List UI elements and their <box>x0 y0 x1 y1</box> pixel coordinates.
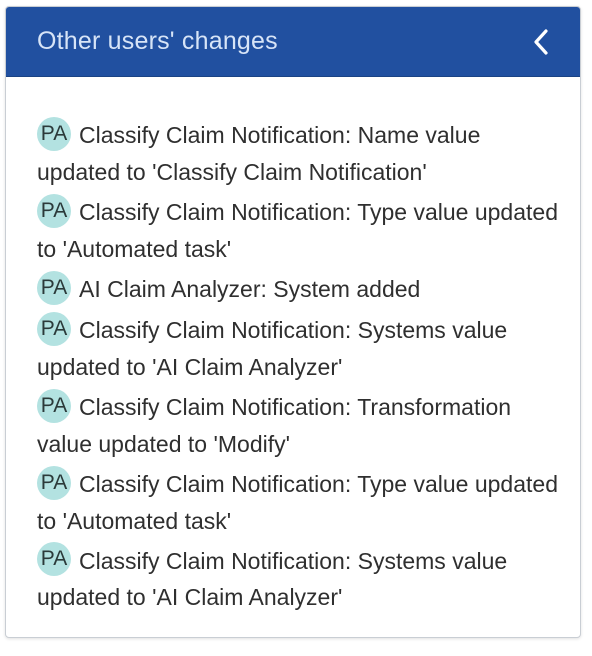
avatar: PA <box>37 542 71 577</box>
change-text: AI Claim Analyzer: System added <box>79 275 421 302</box>
avatar: PA <box>37 270 71 305</box>
change-text: Classify Claim Notification: Name value … <box>37 122 481 185</box>
avatar: PA <box>37 465 71 500</box>
change-item: PA Classify Claim Notification: Type valu… <box>37 193 560 267</box>
change-text: Classify Claim Notification: Type value … <box>37 470 558 534</box>
avatar: PA <box>37 311 71 346</box>
change-item: PA Classify Claim Notification: Transform… <box>37 388 560 462</box>
panel-body: PA Classify Claim Notification: Name valu… <box>6 77 580 615</box>
change-text: Classify Claim Notification: Type value … <box>37 198 558 262</box>
change-item: PA Classify Claim Notification: Name valu… <box>37 116 560 190</box>
change-item: PA AI Claim Analyzer: System added <box>37 270 560 308</box>
change-item: PA Classify Claim Notification: Systems v… <box>37 311 560 385</box>
change-text: Classify Claim Notification: Systems val… <box>37 547 508 611</box>
change-item: PA Classify Claim Notification: Systems v… <box>37 542 560 616</box>
panel-header: Other users' changes <box>6 7 580 77</box>
avatar: PA <box>37 116 71 151</box>
avatar: PA <box>37 388 71 423</box>
change-text: Classify Claim Notification: Systems val… <box>37 316 508 380</box>
avatar: PA <box>37 193 71 228</box>
chevron-left-icon <box>534 28 548 55</box>
change-text: Classify Claim Notification: Transformat… <box>37 393 512 457</box>
other-users-changes-panel: Other users' changes PA Classify Claim No… <box>5 6 581 638</box>
change-item: PA Classify Claim Notification: Type valu… <box>37 465 560 539</box>
panel-title: Other users' changes <box>37 27 278 55</box>
collapse-button[interactable] <box>528 27 554 57</box>
change-list: PA Classify Claim Notification: Name valu… <box>37 116 560 616</box>
